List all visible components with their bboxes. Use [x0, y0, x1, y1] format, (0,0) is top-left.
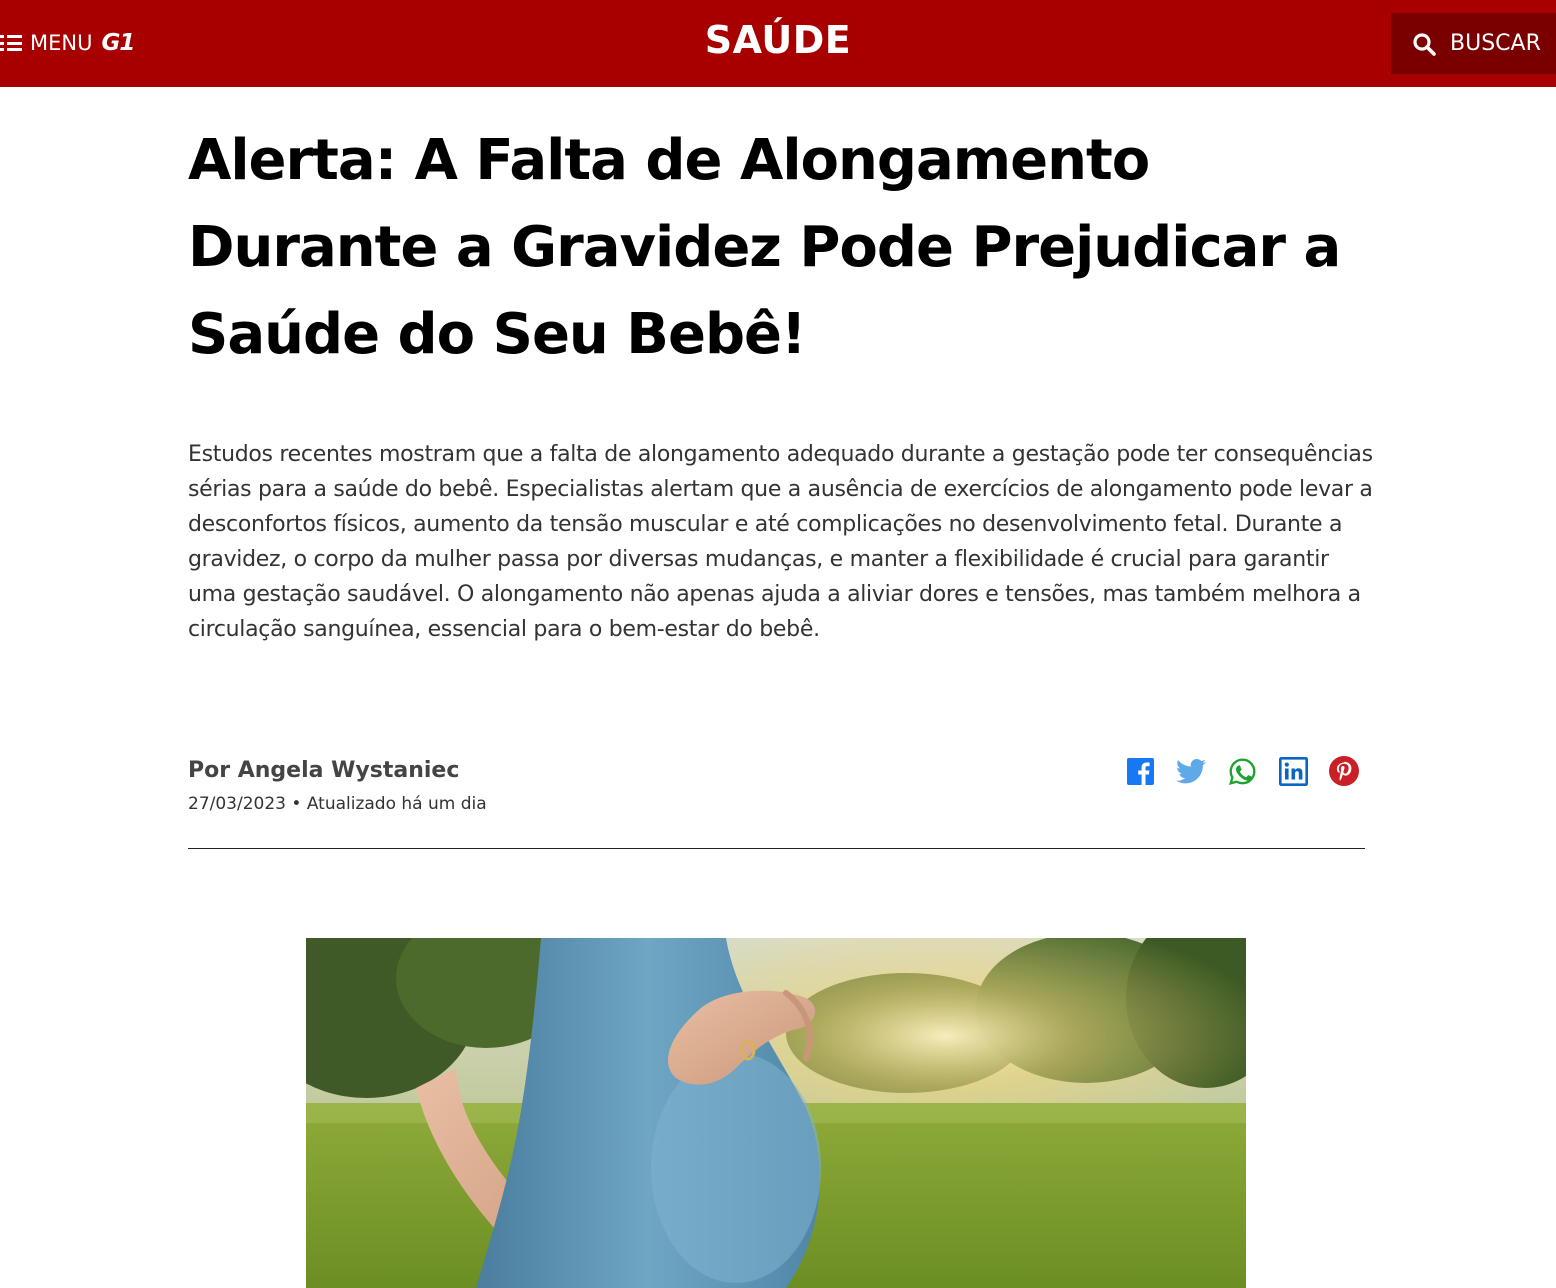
- search-button[interactable]: BUSCAR: [1391, 13, 1556, 74]
- hamburger-icon: [0, 35, 22, 51]
- menu-button[interactable]: MENU G1: [0, 26, 135, 60]
- hero-image: [306, 938, 1246, 1288]
- section-title: SAÚDE: [704, 18, 852, 62]
- menu-label: MENU: [30, 31, 93, 55]
- search-icon: [1413, 32, 1436, 56]
- pregnant-woman-photo: [306, 938, 1246, 1288]
- article-headline: Alerta: A Falta de Alongamento Durante a…: [188, 128, 1341, 367]
- twitter-icon[interactable]: [1176, 756, 1206, 786]
- g1-logo[interactable]: G1: [101, 30, 135, 56]
- facebook-icon[interactable]: [1125, 756, 1155, 786]
- article-lede: Estudos recentes mostram que a falta de …: [188, 442, 1373, 642]
- search-label: BUSCAR: [1450, 31, 1541, 56]
- linkedin-icon[interactable]: [1278, 756, 1308, 786]
- pinterest-icon[interactable]: [1329, 756, 1359, 786]
- share-bar: [1125, 754, 1380, 788]
- top-bar: MENU G1 SAÚDE BUSCAR: [0, 0, 1556, 87]
- author-byline: Por Angela Wystaniec: [188, 758, 460, 783]
- divider: [188, 848, 1365, 849]
- publish-date: 27/03/2023 • Atualizado há um dia: [188, 794, 487, 814]
- whatsapp-icon[interactable]: [1227, 756, 1257, 786]
